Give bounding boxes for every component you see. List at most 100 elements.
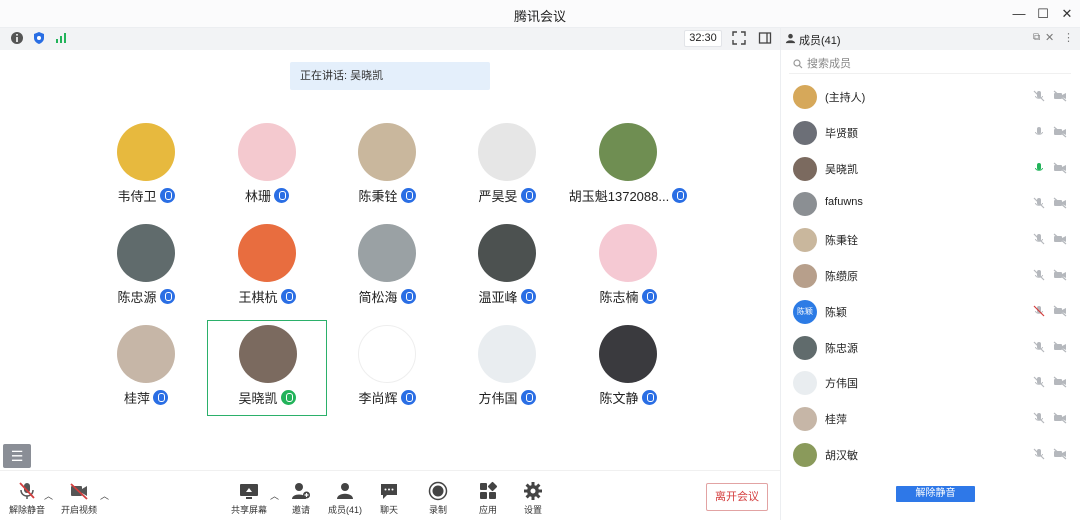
member-row[interactable]: 方伟国 [781,364,1080,400]
video-off-icon[interactable] [1053,90,1067,102]
video-off-icon[interactable] [1053,341,1067,353]
participant-tile[interactable]: 严昊旻 [447,123,567,223]
member-row[interactable]: 陈秉铨 [781,221,1080,257]
info-icon[interactable] [10,31,24,45]
participant-name-row: 吴晓凯 [208,388,326,407]
participant-name-row: 韦侍卫 [86,186,206,205]
mic-icon [280,289,296,304]
participant-name-row: 方伟国 [447,388,567,407]
avatar [478,224,536,282]
participant-tile[interactable]: 温亚峰 [447,224,567,324]
avatar [599,123,657,181]
mic-muted-icon[interactable] [1033,412,1045,424]
video-button[interactable]: 开启视频 [52,481,106,516]
member-name: 桂萍 [825,414,847,427]
member-row[interactable]: 吴晓凯 [781,150,1080,186]
layout-icon[interactable] [758,31,772,45]
mic-icon [672,188,688,203]
video-off-icon[interactable] [1053,197,1067,209]
member-name: fafuwns [825,196,863,209]
members-panel-header: 成员(41) ⧉ ✕ ⋮ [781,28,1080,50]
popout-icon[interactable]: ⧉ [1033,32,1040,43]
signal-icon[interactable] [54,31,68,45]
member-row[interactable]: 毕贤颢 [781,114,1080,150]
bottom-control-bar: 解除静音 ︿ 开启视频 ︿ 共享屏幕 ︿ 邀请 成员(41) 聊天 录制 应用 … [0,470,780,520]
member-row[interactable]: fafuwns [781,185,1080,221]
participant-tile[interactable]: 方伟国 [447,325,567,425]
video-off-icon[interactable] [1053,233,1067,245]
chevron-up-icon[interactable]: ︿ [100,489,109,502]
search-icon [793,59,803,69]
minimize-icon[interactable]: — [1008,4,1030,24]
participant-name-row: 王棋杭 [207,287,327,306]
member-row[interactable]: 陈缵原 [781,257,1080,293]
video-off-icon[interactable] [1053,269,1067,281]
mic-active-icon[interactable] [1033,162,1045,174]
mic-muted-icon[interactable] [1033,269,1045,281]
video-off-icon[interactable] [1053,376,1067,388]
avatar [599,224,657,282]
chat-icon [381,484,397,499]
fullscreen-icon[interactable] [732,31,746,45]
participant-tile[interactable]: 陈忠源 [86,224,206,324]
chat-button[interactable]: 聊天 [362,481,416,516]
mic-muted-icon[interactable] [1033,126,1045,138]
mic-muted-icon[interactable] [1033,341,1045,353]
mic-muted-icon[interactable] [1033,376,1045,388]
member-row[interactable]: 胡汉敏 [781,436,1080,472]
shield-icon[interactable] [32,31,46,45]
member-row[interactable]: 陈颖 陈颖 [781,293,1080,329]
members-panel: 成员(41) ⧉ ✕ ⋮ 搜索成员 (主持人) 毕贤颢 吴晓凯 fafuwns 陈秉铨陈… [780,28,1080,520]
participant-name: 桂萍 [123,391,150,406]
member-row[interactable]: 陈忠源 [781,329,1080,365]
member-row[interactable]: (主持人) [781,78,1080,114]
record-icon [428,481,448,501]
participant-tile[interactable]: 韦侍卫 [86,123,206,223]
video-off-icon[interactable] [1053,305,1067,317]
participant-tile[interactable]: 王棋杭 [207,224,327,324]
participant-tile[interactable]: 林珊 [207,123,327,223]
leave-meeting-button[interactable]: 离开会议 [706,483,768,511]
maximize-icon[interactable]: ☐ [1032,4,1054,24]
avatar [793,371,817,396]
participant-name: 吴晓凯 [238,391,278,406]
participant-name: 严昊旻 [478,189,518,204]
mic-muted-icon[interactable] [1033,305,1045,317]
settings-button[interactable]: 设置 [506,481,560,516]
mic-muted-icon[interactable] [1033,233,1045,245]
video-off-icon[interactable] [1053,162,1067,174]
mic-muted-icon[interactable] [1033,197,1045,209]
avatar [238,123,296,181]
participant-tile[interactable]: 陈志楠 [568,224,688,324]
participant-name: 简松海 [358,290,398,305]
participant-tile[interactable]: 桂萍 [86,325,206,425]
unmute-all-button[interactable]: 解除静音 [896,486,975,502]
list-toggle-button[interactable]: ☰ [3,444,31,468]
participant-tile[interactable]: 陈秉铨 [327,123,447,223]
participant-tile[interactable]: 吴晓凯 [207,320,327,416]
member-row[interactable]: 桂萍 [781,400,1080,436]
video-off-icon[interactable] [1053,448,1067,460]
share-screen-button[interactable]: 共享屏幕 [222,481,276,516]
close-panel-icon[interactable]: ✕ [1045,31,1054,44]
invite-icon [292,483,310,499]
mic-muted-icon[interactable] [1033,448,1045,460]
record-button[interactable]: 录制 [411,481,465,516]
participant-tile[interactable]: 胡玉魁1372088... [568,123,688,223]
avatar [793,335,817,360]
video-off-icon[interactable] [1053,126,1067,138]
participant-tile[interactable]: 陈文静 [568,325,688,425]
avatar [793,85,817,109]
member-name: 吴晓凯 [825,163,858,176]
video-grid: 正在讲话: 吴晓凯 韦侍卫 林珊 陈秉铨 严昊旻 胡玉魁1372088... 陈忠源 王棋杭… [0,50,780,470]
participant-tile[interactable]: 简松海 [327,224,447,324]
mic-muted-icon[interactable] [1033,90,1045,102]
participant-tile[interactable]: 李尚辉 [327,325,447,425]
more-icon[interactable]: ⋮ [1063,31,1074,44]
close-icon[interactable]: ✕ [1056,4,1078,24]
avatar-initials: 陈颖 [797,306,813,316]
video-off-icon[interactable] [1053,412,1067,424]
participant-name: 李尚辉 [358,391,398,406]
member-search-input[interactable]: 搜索成员 [789,54,1071,74]
avatar [793,120,817,145]
